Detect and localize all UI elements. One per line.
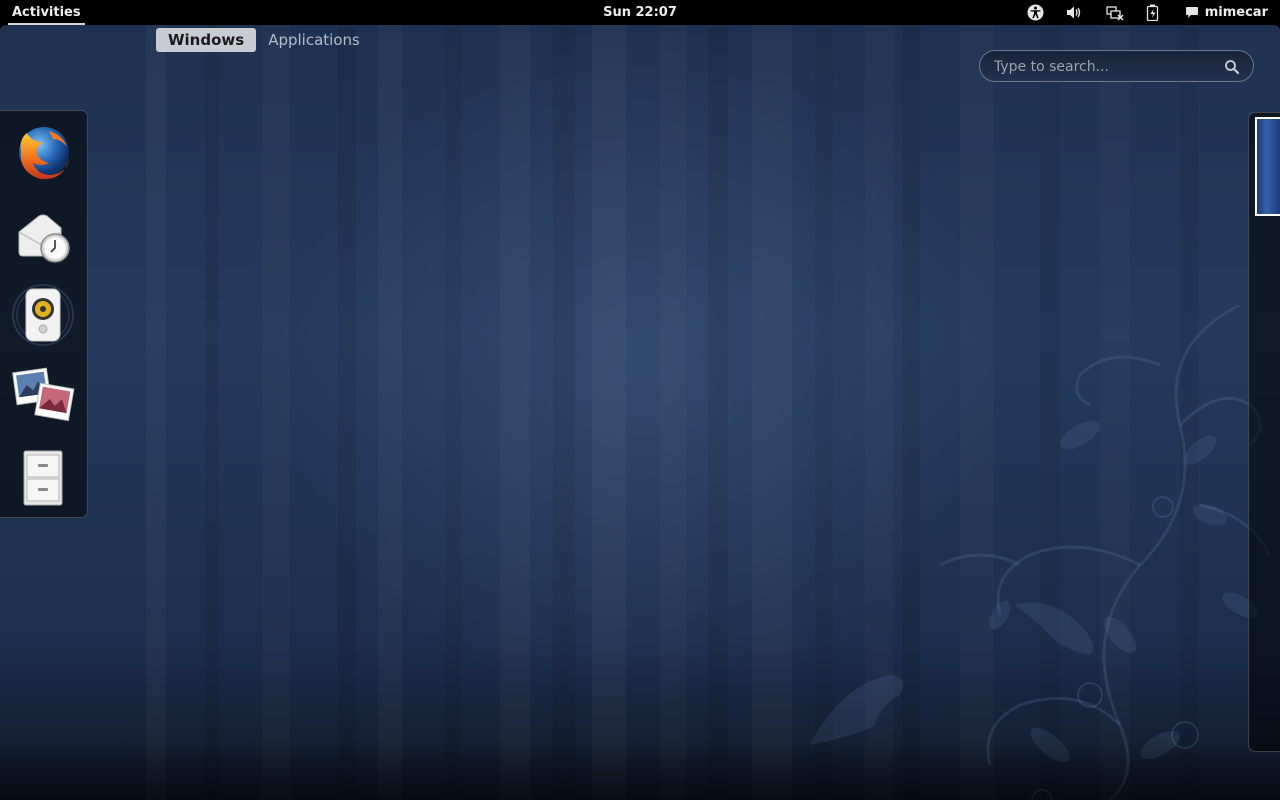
top-bar: Activities Sun 22:07 mimecar	[0, 0, 1280, 25]
clock-label[interactable]: Sun 22:07	[603, 5, 677, 20]
user-name: mimecar	[1204, 5, 1268, 20]
search-box	[979, 50, 1254, 82]
evolution-mail-icon[interactable]	[9, 200, 77, 268]
search-icon[interactable]	[1224, 59, 1240, 75]
clock: Sun 22:07	[0, 0, 1280, 25]
search-input[interactable]	[994, 57, 1214, 77]
dash	[0, 110, 88, 518]
chat-bubble-icon	[1185, 6, 1199, 19]
rhythmbox-icon[interactable]	[9, 281, 77, 349]
accessibility-icon[interactable]	[1026, 4, 1044, 21]
battery-icon[interactable]	[1144, 4, 1162, 21]
view-selector: Windows Applications	[156, 28, 370, 52]
firefox-icon[interactable]	[9, 119, 77, 187]
user-menu[interactable]: mimecar	[1185, 0, 1268, 25]
files-cabinet-icon[interactable]	[9, 443, 77, 511]
tab-applications[interactable]: Applications	[258, 28, 370, 52]
shotwell-icon[interactable]	[9, 362, 77, 430]
tab-windows[interactable]: Windows	[156, 28, 257, 52]
wallpaper-floral-decoration	[810, 305, 1272, 800]
workspace-thumbnail[interactable]	[1255, 117, 1280, 216]
volume-icon[interactable]	[1065, 4, 1083, 21]
network-disconnected-icon[interactable]	[1106, 4, 1124, 21]
activities-button[interactable]: Activities	[4, 0, 89, 25]
overview-background	[0, 25, 1280, 800]
